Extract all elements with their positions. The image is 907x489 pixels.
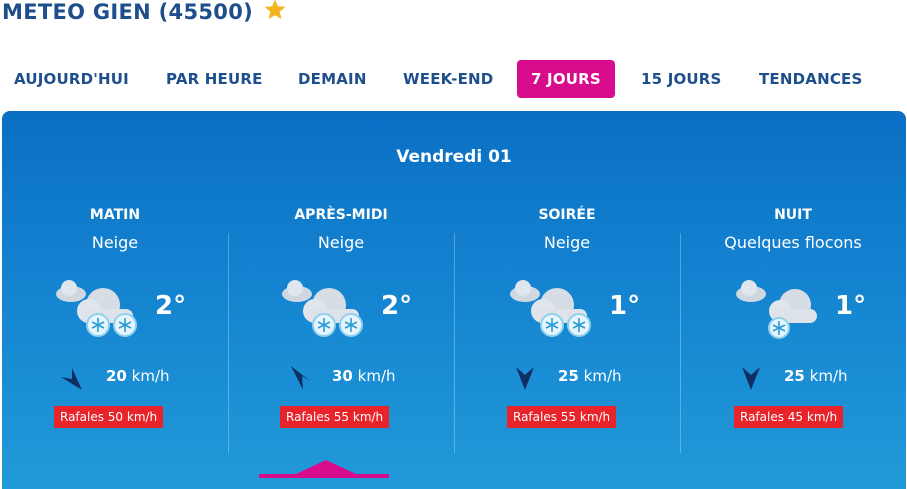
wind-speed-unit: km/h: [131, 367, 170, 385]
tab-par-heure[interactable]: PAR HEURE: [166, 60, 263, 98]
period-name: MATIN: [89, 207, 141, 223]
tab-7-jours[interactable]: 7 JOURS: [517, 60, 615, 98]
gust-badge: Rafales 55 km/h: [280, 406, 390, 428]
wind-arrow-icon: [512, 365, 538, 391]
wind-speed: 20 km/h: [106, 367, 170, 385]
gust-badge: Rafales 55 km/h: [507, 406, 617, 428]
period-condition: Neige: [91, 233, 139, 252]
wind-speed-value: 25: [558, 367, 579, 385]
period-name: SOIRÉE: [538, 207, 596, 223]
period-condition: Quelques flocons: [724, 233, 862, 252]
snow-heavy-icon: [279, 273, 369, 343]
period-condition: Neige: [317, 233, 365, 252]
snow-heavy-icon: [507, 273, 597, 343]
period-nuit: NUIT Quelques flocons 1° 25 km/h Rafales…: [680, 207, 906, 437]
wind-arrow-icon: [738, 365, 764, 391]
tab-demain[interactable]: DEMAIN: [298, 60, 367, 98]
snow-heavy-icon: [53, 273, 143, 343]
period-name: APRÈS-MIDI: [294, 207, 388, 223]
forecast-tabs: AUJOURD'HUI PAR HEURE DEMAIN WEEK-END 7 …: [0, 60, 907, 98]
period-temperature: 2°: [381, 291, 413, 321]
gust-badge: Rafales 45 km/h: [734, 406, 844, 428]
page-header: METEO GIEN (45500): [2, 0, 287, 30]
period-temperature: 1°: [609, 291, 641, 321]
favorite-star-icon[interactable]: [263, 0, 287, 22]
tab-aujourdhui[interactable]: AUJOURD'HUI: [14, 60, 129, 98]
wind-arrow-icon: [59, 365, 85, 391]
tab-tendances[interactable]: TENDANCES: [759, 60, 863, 98]
wind-speed: 25 km/h: [558, 367, 622, 385]
selected-period-bar: [259, 474, 389, 478]
period-soiree: SOIRÉE Neige 1° 25 km/h Rafales 55 km/h: [454, 207, 680, 437]
wind-speed-unit: km/h: [583, 367, 622, 385]
wind-speed-unit: km/h: [809, 367, 848, 385]
wind-speed: 30 km/h: [332, 367, 396, 385]
wind-arrow-icon: [285, 365, 311, 391]
forecast-day: Vendredi 01: [396, 147, 512, 167]
wind-speed-value: 30: [332, 367, 353, 385]
period-apres-midi: APRÈS-MIDI Neige 2° 30 km/h Rafales 55 k…: [228, 207, 454, 437]
snow-light-icon: [733, 273, 823, 343]
period-name: NUIT: [774, 207, 812, 223]
period-temperature: 2°: [155, 291, 187, 321]
selected-period-indicator: [296, 460, 356, 474]
period-matin: MATIN Neige 2° 20 km/h Rafales 50 km/h: [2, 207, 228, 437]
gust-badge: Rafales 50 km/h: [54, 406, 164, 428]
wind-speed-value: 25: [784, 367, 805, 385]
period-condition: Neige: [543, 233, 591, 252]
wind-speed-unit: km/h: [357, 367, 396, 385]
page-title: METEO GIEN (45500): [2, 0, 254, 24]
period-temperature: 1°: [835, 291, 867, 321]
tab-week-end[interactable]: WEEK-END: [403, 60, 493, 98]
forecast-panel: Vendredi 01 MATIN Neige 2° 20 km/h Rafal…: [2, 111, 906, 489]
wind-speed-value: 20: [106, 367, 127, 385]
tab-15-jours[interactable]: 15 JOURS: [641, 60, 722, 98]
wind-speed: 25 km/h: [784, 367, 848, 385]
